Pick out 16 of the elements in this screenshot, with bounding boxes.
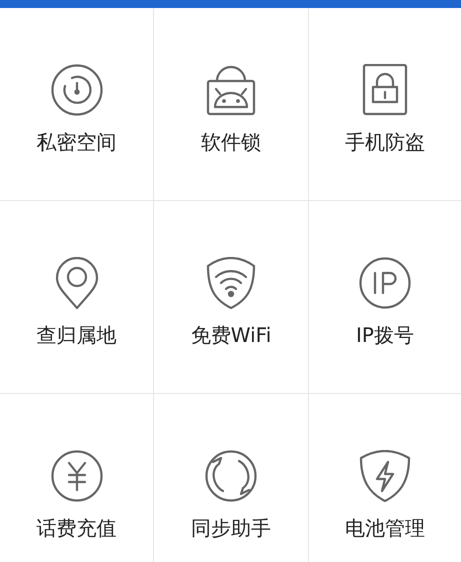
android-lock-icon — [205, 64, 257, 116]
sync-icon — [205, 450, 257, 502]
lightning-shield-icon — [359, 450, 411, 502]
tile-label[interactable]: 同步助手 — [191, 516, 271, 540]
tile-label[interactable]: 私密空间 — [36, 130, 116, 154]
wifi-shield-icon — [205, 257, 257, 309]
tile-label[interactable]: 手机防盗 — [345, 130, 425, 154]
tile-label[interactable]: 软件锁 — [201, 130, 261, 154]
ip-icon — [359, 257, 411, 309]
tile-label[interactable]: 话费充值 — [36, 516, 116, 540]
tile-label[interactable]: IP拨号 — [356, 323, 414, 347]
yen-icon — [50, 450, 102, 502]
tile-label[interactable]: 免费WiFi — [190, 323, 272, 347]
tile-label[interactable]: 查归属地 — [36, 323, 116, 347]
tile-label[interactable]: 电池管理 — [345, 516, 425, 540]
dial-icon — [50, 64, 102, 116]
